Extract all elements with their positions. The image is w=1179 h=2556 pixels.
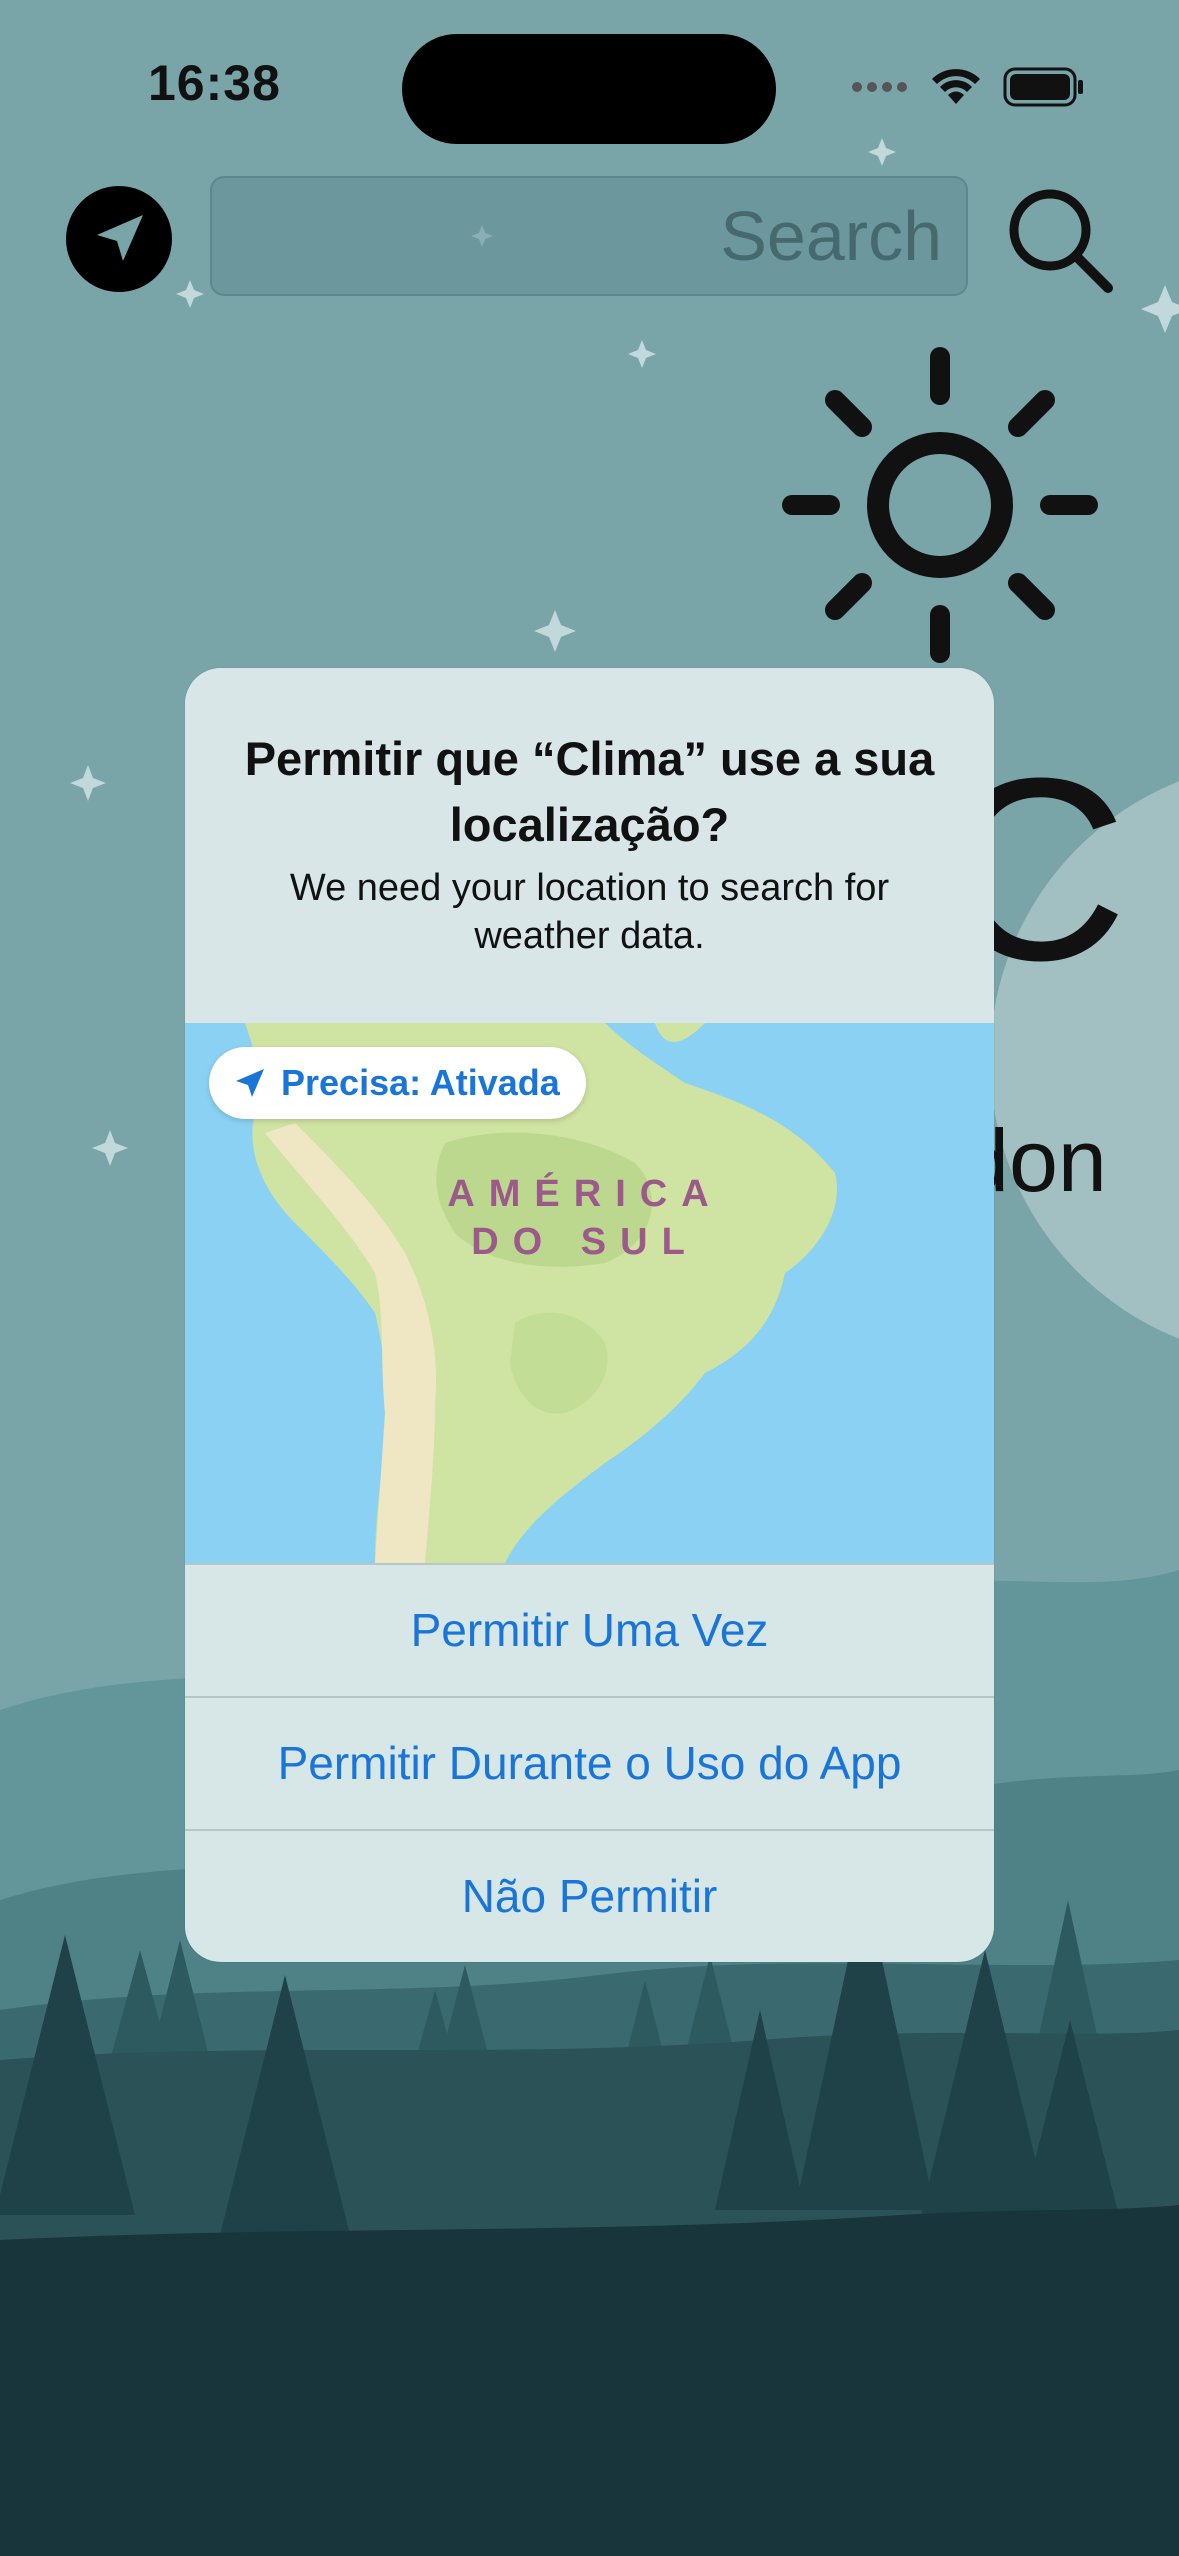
wifi-icon: [932, 69, 980, 104]
allow-while-using-button[interactable]: Permitir Durante o Uso do App: [185, 1696, 994, 1828]
location-map: AMÉRICA DO SUL Precisa: Ativada: [185, 1023, 994, 1563]
sun-icon: [782, 347, 1098, 663]
status-time: 16:38: [148, 55, 281, 111]
search-icon: [1009, 189, 1113, 293]
map-region-label: AMÉRICA: [447, 1173, 723, 1215]
location-arrow-icon: [236, 1069, 264, 1097]
location-permission-dialog: Permitir que “Clima” use a sua localizaç…: [185, 668, 994, 1962]
location-arrow-icon: [97, 215, 143, 261]
current-location-button[interactable]: [66, 186, 172, 292]
dont-allow-button[interactable]: Não Permitir: [185, 1829, 994, 1961]
search-input[interactable]: [210, 176, 968, 296]
status-icons: [851, 62, 1085, 112]
cellular-dots-icon: [852, 82, 907, 92]
dialog-title: Permitir que “Clima” use a sua localizaç…: [244, 732, 935, 851]
dialog-header: Permitir que “Clima” use a sua localizaç…: [185, 668, 994, 1023]
dialog-message: We need your location to search for weat…: [289, 867, 890, 957]
dynamic-island: [402, 34, 776, 144]
precise-location-label: Precisa: Ativada: [281, 1062, 560, 1103]
precise-location-toggle[interactable]: Precisa: Ativada: [209, 1047, 586, 1119]
search-button[interactable]: [1000, 180, 1120, 300]
map-region-label: DO SUL: [471, 1221, 699, 1263]
weather-app-screen: 16:38 Search C don Permitir que “Clima” …: [0, 0, 1179, 2556]
allow-once-button[interactable]: Permitir Uma Vez: [185, 1563, 994, 1695]
battery-icon: [1003, 67, 1083, 107]
